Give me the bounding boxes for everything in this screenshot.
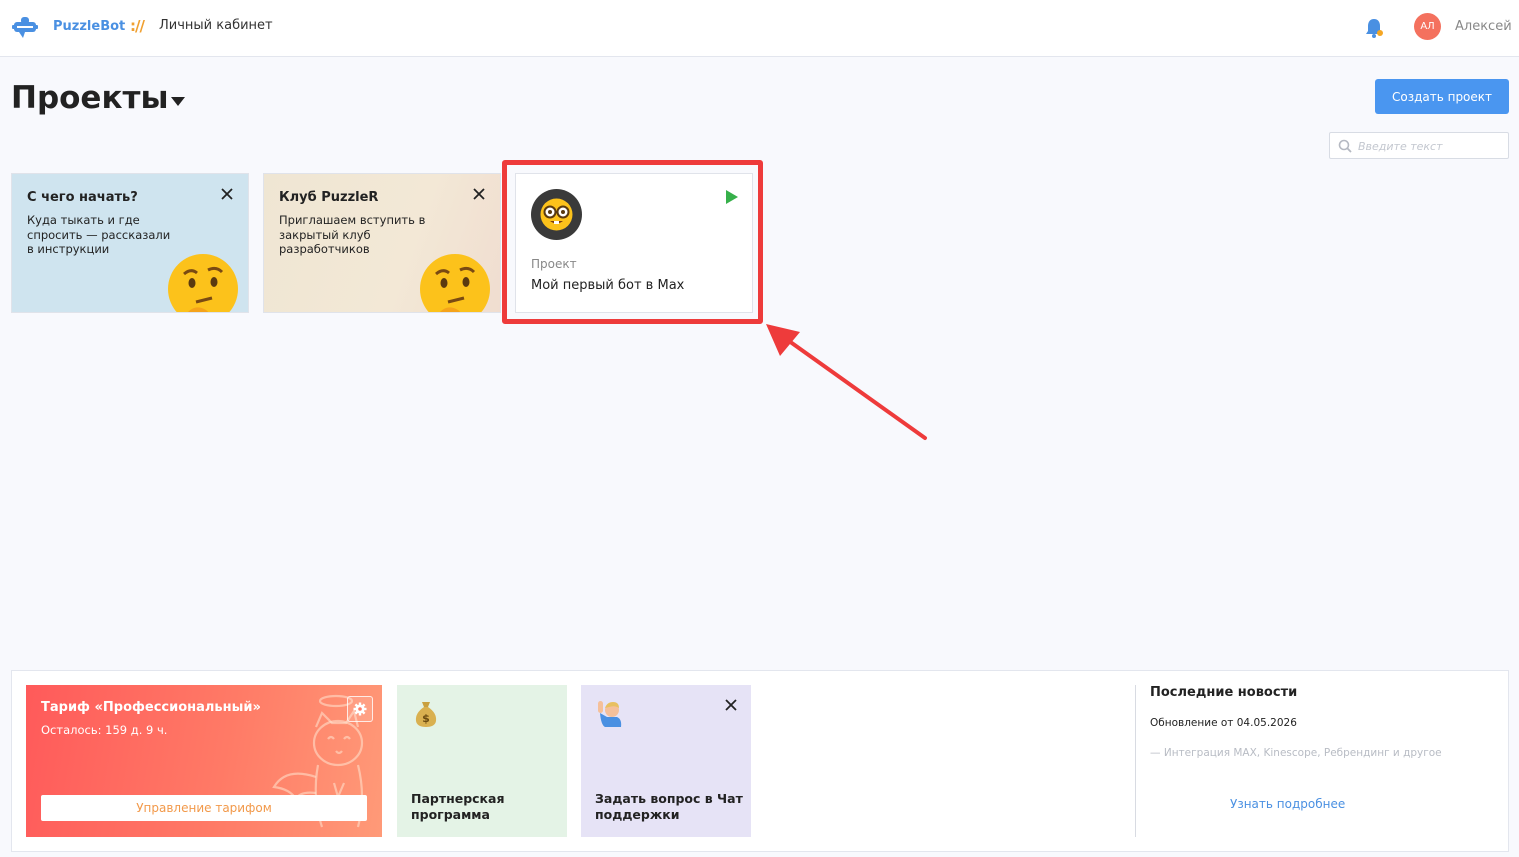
chevron-down-icon[interactable] — [171, 97, 185, 106]
play-icon[interactable] — [726, 190, 738, 204]
project-label: Проект — [531, 257, 577, 271]
tariff-title: Тариф «Профессиональный» — [41, 700, 261, 715]
news-title: Последние новости — [1150, 685, 1298, 700]
brand-name[interactable]: PuzzleBot — [53, 19, 125, 34]
support-chat-card[interactable]: Задать вопрос в Чат поддержки — [581, 685, 751, 837]
news-more-link[interactable]: Узнать подробнее — [1230, 797, 1345, 811]
notification-bell-icon[interactable] — [1364, 17, 1384, 39]
svg-text:$: $ — [422, 712, 430, 725]
close-icon[interactable] — [220, 187, 234, 201]
nerd-face-icon — [540, 198, 573, 231]
search-input[interactable] — [1358, 137, 1503, 155]
search-icon — [1338, 139, 1352, 153]
card-title: Клуб PuzzleR — [279, 190, 379, 205]
bottom-panel: Тариф «Профессиональный» Осталось: 159 д… — [11, 670, 1509, 852]
thinking-face-icon — [420, 254, 490, 312]
create-project-button[interactable]: Создать проект — [1375, 79, 1509, 114]
thinking-face-icon — [168, 254, 238, 312]
top-header: PuzzleBot :// Личный кабинет АЛ Алексей — [0, 0, 1519, 57]
brand-separator: :// — [130, 17, 145, 35]
card-title: С чего начать? — [27, 190, 138, 205]
close-icon[interactable] — [472, 187, 486, 201]
puzzlebot-logo-icon[interactable] — [12, 14, 38, 40]
card-text: Куда тыкать и где спросить — рассказали … — [27, 213, 171, 256]
person-raising-hand-icon — [598, 701, 622, 727]
money-bag-icon: $ — [415, 702, 437, 727]
tariff-remaining: Осталось: 159 д. 9 ч. — [41, 723, 168, 737]
project-name[interactable]: Мой первый бот в Max — [531, 278, 684, 293]
annotation-arrow-icon — [766, 324, 927, 440]
support-chat-label: Задать вопрос в Чат поддержки — [595, 791, 743, 822]
project-card[interactable]: Проект Мой первый бот в Max — [515, 173, 753, 313]
page-title[interactable]: Проекты — [11, 80, 169, 116]
manage-tariff-button[interactable]: Управление тарифом — [41, 795, 367, 821]
tariff-card: Тариф «Профессиональный» Осталось: 159 д… — [26, 685, 382, 837]
project-avatar — [531, 189, 582, 240]
avatar[interactable]: АЛ — [1414, 13, 1441, 40]
news-date: Обновление от 04.05.2026 — [1150, 717, 1297, 729]
breadcrumb[interactable]: Личный кабинет — [159, 18, 273, 33]
user-name[interactable]: Алексей — [1455, 19, 1512, 34]
search-field[interactable] — [1329, 132, 1509, 159]
puzzler-club-card[interactable]: Клуб PuzzleR Приглашаем вступить в закры… — [263, 173, 501, 313]
close-icon[interactable] — [724, 698, 738, 712]
partner-program-label: Партнерская программа — [411, 791, 505, 822]
settings-button[interactable] — [347, 696, 373, 722]
card-text: Приглашаем вступить в закрытый клуб разр… — [279, 213, 426, 256]
news-snippet: — Интеграция MAX, Kinescope, Ребрендинг … — [1150, 747, 1442, 759]
gear-icon — [353, 702, 367, 716]
getting-started-card[interactable]: С чего начать? Куда тыкать и где спросит… — [11, 173, 249, 313]
divider — [1135, 685, 1136, 837]
partner-program-card[interactable]: $ Партнерская программа — [397, 685, 567, 837]
